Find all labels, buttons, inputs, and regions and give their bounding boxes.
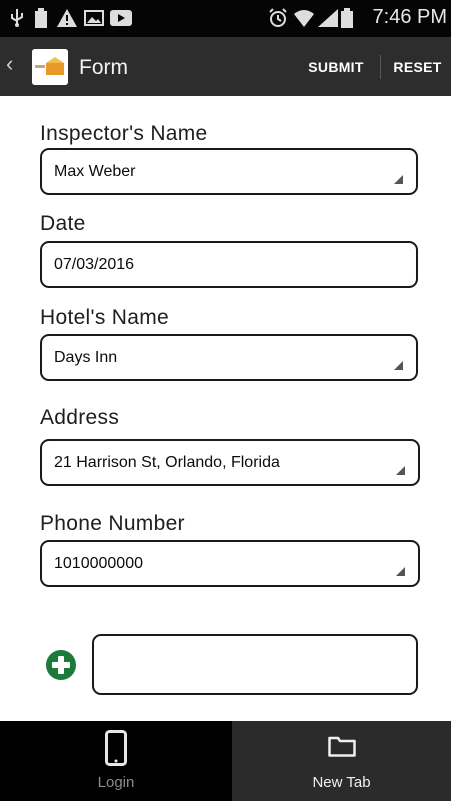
battery-icon (340, 8, 354, 28)
status-bar: 7:46 PM (0, 0, 451, 37)
dropdown-corner-icon (394, 175, 403, 184)
phone-number-label: Phone Number (40, 512, 185, 535)
battery-full-icon (33, 8, 49, 28)
phone-number-value: 1010000000 (54, 555, 143, 572)
hotel-name-value: Days Inn (54, 349, 118, 366)
phone-icon (105, 730, 127, 771)
action-bar: ‹ Form SUBMIT RESET (0, 37, 451, 96)
page-title: Form (79, 56, 128, 79)
signal-icon (318, 8, 338, 28)
tab-new-tab-label: New Tab (312, 774, 371, 791)
date-field[interactable]: 07/03/2016 (40, 241, 418, 288)
new-field-input[interactable] (92, 634, 418, 695)
wifi-icon (294, 8, 314, 28)
action-divider (380, 55, 381, 79)
clock-time: 7:46 PM (372, 6, 447, 28)
address-field[interactable]: 21 Harrison St, Orlando, Florida (40, 439, 420, 486)
dropdown-corner-icon (396, 567, 405, 576)
tab-new-tab[interactable]: New Tab (232, 721, 451, 801)
image-icon (84, 8, 104, 28)
tab-login[interactable]: Login (0, 721, 232, 801)
alarm-icon (268, 8, 288, 28)
warning-icon (57, 8, 77, 28)
submit-button[interactable]: SUBMIT (294, 37, 378, 96)
inspector-name-field[interactable]: Max Weber (40, 148, 418, 195)
folder-icon (327, 735, 356, 762)
dropdown-corner-icon (394, 361, 403, 370)
add-circle-icon[interactable] (46, 650, 76, 680)
inspector-name-value: Max Weber (54, 163, 136, 180)
bottom-tab-bar: Login New Tab (0, 721, 451, 801)
video-icon (110, 8, 132, 28)
phone-number-field[interactable]: 1010000000 (40, 540, 420, 587)
tab-login-label: Login (97, 774, 135, 791)
usb-icon (9, 8, 25, 28)
address-value: 21 Harrison St, Orlando, Florida (54, 454, 280, 471)
back-chevron-icon[interactable]: ‹ (6, 51, 13, 77)
date-label: Date (40, 212, 86, 235)
address-label: Address (40, 406, 120, 429)
reset-button[interactable]: RESET (384, 37, 451, 96)
app-logo[interactable] (32, 49, 68, 85)
hotel-name-label: Hotel's Name (40, 306, 169, 329)
dropdown-corner-icon (396, 466, 405, 475)
date-value: 07/03/2016 (54, 256, 135, 273)
inspector-name-label: Inspector's Name (40, 122, 208, 145)
hotel-name-field[interactable]: Days Inn (40, 334, 418, 381)
